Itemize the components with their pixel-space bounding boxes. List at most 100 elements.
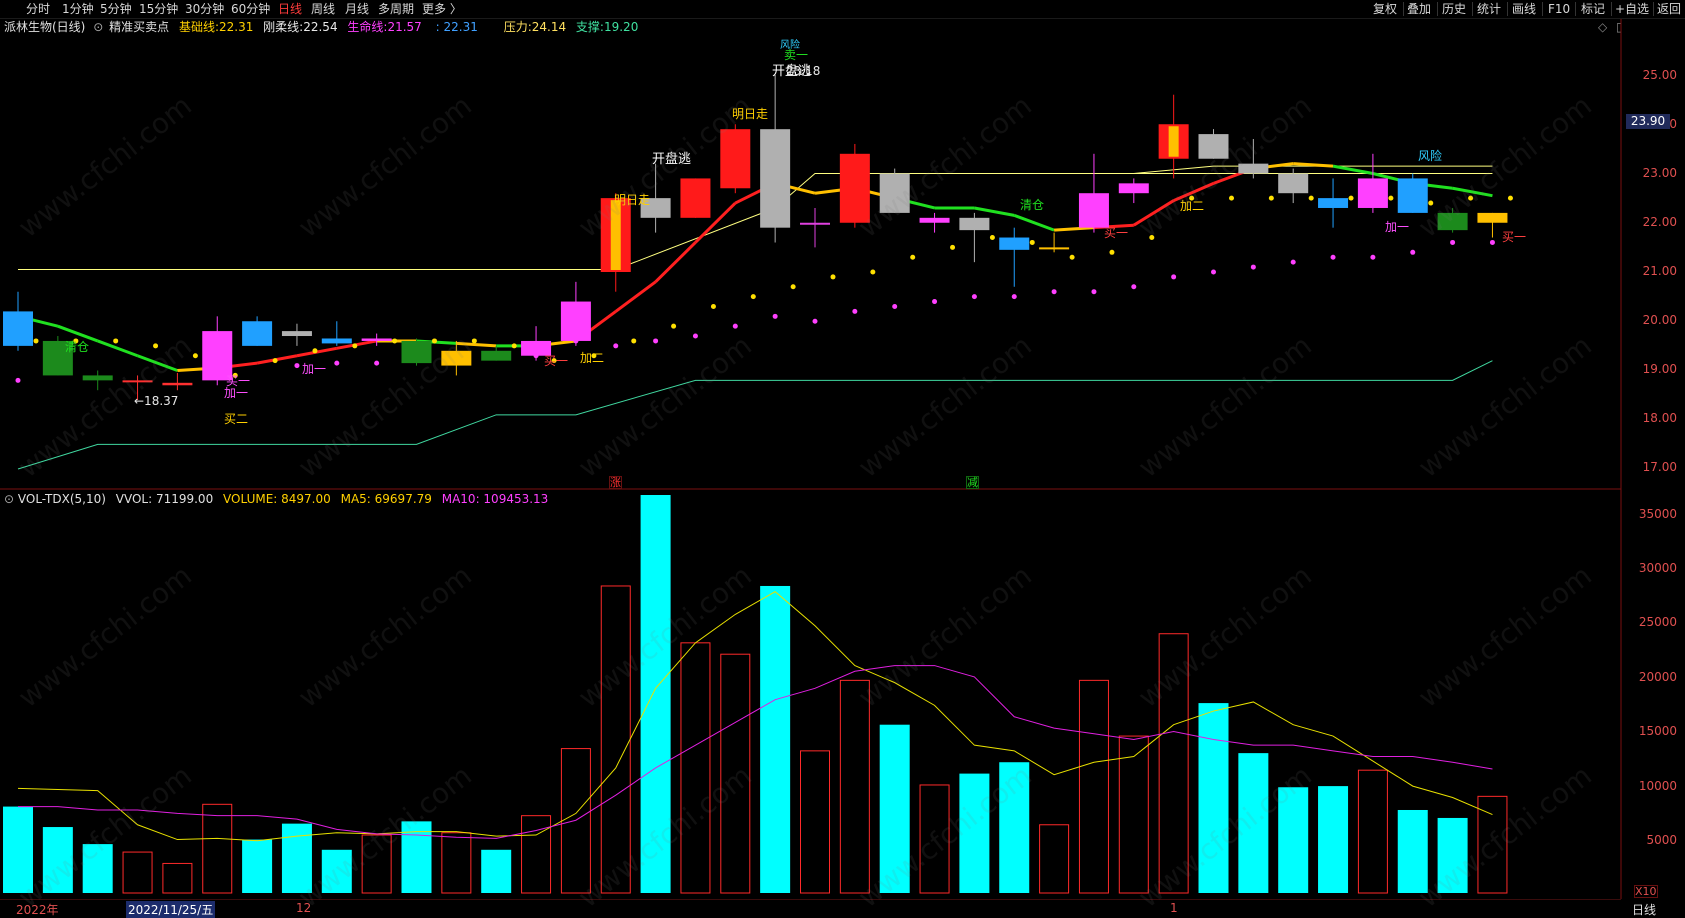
firm-line-label: 刚柔线: <box>263 20 304 34</box>
chevron-down-icon[interactable]: ⊙ <box>4 492 14 506</box>
base-line-segment <box>575 310 617 343</box>
watermark-text: www.cfchi.com <box>1412 558 1598 715</box>
volume-bar-up <box>1078 679 1109 894</box>
candle-body <box>1477 212 1508 223</box>
base-line-segment <box>17 314 59 328</box>
annotation-buy1: 买一 <box>1502 230 1527 244</box>
tab-monthly[interactable]: 月线 <box>345 1 369 17</box>
life-dot <box>1211 269 1216 275</box>
tab-more[interactable]: 更多 〉 <box>422 1 462 17</box>
mark-button[interactable]: 标记 <box>1581 1 1605 17</box>
stats-button[interactable]: 统计 <box>1477 1 1501 17</box>
volume-title: ⊙ VOL-TDX(5,10) VVOL: 71199.00 VOLUME: 8… <box>0 491 548 508</box>
tab-fenshi[interactable]: 分时 <box>26 1 50 17</box>
tab-30min[interactable]: 30分钟 <box>185 1 224 17</box>
watermark-text: www.cfchi.com <box>1132 758 1318 915</box>
candle-body <box>122 380 153 383</box>
ma10-value: MA10: 109453.13 <box>441 492 549 506</box>
period-toolbar: 分时 1分钟 5分钟 15分钟 30分钟 60分钟 日线 周线 月线 多周期 更… <box>0 0 1685 19</box>
volume-tick: 35000 <box>1638 507 1677 521</box>
divider <box>1611 2 1612 16</box>
life-dot <box>812 318 818 324</box>
base-line-segment <box>177 366 218 372</box>
jian-marker: 减 <box>966 476 979 489</box>
tab-weekly[interactable]: 周线 <box>311 1 335 17</box>
watermark-text: www.cfchi.com <box>852 88 1038 245</box>
fuquan-button[interactable]: 复权 <box>1373 1 1397 17</box>
watermark-text: www.cfchi.com <box>12 758 198 915</box>
tab-daily[interactable]: 日线 <box>278 1 302 17</box>
vol-indicator-name[interactable]: VOL-TDX(5,10) <box>18 492 106 506</box>
life-dot <box>1330 254 1336 260</box>
f10-button[interactable]: F10 <box>1548 1 1570 17</box>
tab-multi-period[interactable]: 多周期 <box>378 1 414 17</box>
draw-button[interactable]: 画线 <box>1512 1 1536 17</box>
volume-bar-down <box>959 773 990 893</box>
divider <box>1472 2 1473 16</box>
high-price-label: 23.18 <box>786 64 821 78</box>
support-dot <box>1348 195 1354 201</box>
history-button[interactable]: 历史 <box>1442 1 1466 17</box>
indicator-name[interactable]: 精准买卖点 <box>109 20 169 34</box>
volume-unit-label: X10 <box>1634 885 1658 898</box>
price-axis: 25.00 24.00 23.00 22.00 21.00 20.00 19.0… <box>1621 19 1685 916</box>
tab-5min[interactable]: 5分钟 <box>100 1 132 17</box>
watermark-text: www.cfchi.com <box>852 558 1038 715</box>
support-dot <box>1468 195 1474 201</box>
candle-body <box>481 350 512 361</box>
base-line-segment <box>1013 213 1055 232</box>
annotation-clear: 清仓 <box>65 340 90 354</box>
back-button[interactable]: 返回 <box>1657 1 1681 17</box>
tab-60min[interactable]: 60分钟 <box>231 1 270 17</box>
annotation-buy1: 买一 <box>1104 226 1129 240</box>
base-line-segment <box>654 241 697 283</box>
life-dot <box>1489 239 1495 245</box>
base-line-segment <box>854 186 896 200</box>
life-dot <box>892 303 898 309</box>
life-dot <box>653 338 659 344</box>
candle-body <box>560 301 591 341</box>
volume-bar-down <box>242 839 273 893</box>
tab-15min[interactable]: 15分钟 <box>139 1 178 17</box>
life-dot <box>1051 289 1057 295</box>
life-dot <box>1370 254 1376 260</box>
add-watchlist-button[interactable]: +自选 <box>1615 1 1649 17</box>
life-dot <box>374 360 380 366</box>
volume-tick: 20000 <box>1638 670 1677 684</box>
date-label: 2022年 <box>16 903 59 917</box>
volume-bar-down <box>879 724 910 893</box>
volume-bar-down <box>481 849 512 893</box>
diamond-icon[interactable]: ◇ <box>1598 20 1607 34</box>
date-label: 12 <box>296 901 312 915</box>
price-tick: 25.00 <box>1642 68 1677 82</box>
annotation-buy1: 买一 <box>544 354 569 368</box>
volume-ma5-line <box>17 591 1493 842</box>
base-line-segment <box>456 341 497 348</box>
vvol-value: VVOL: 71199.00 <box>115 492 214 506</box>
overlay-button[interactable]: 叠加 <box>1407 1 1431 17</box>
support-dot <box>471 338 477 344</box>
candle-body <box>1238 163 1269 174</box>
candle-body <box>401 340 432 364</box>
annotation-clear: 清仓 <box>1020 198 1045 212</box>
base-line-segment <box>416 339 457 345</box>
volume-bar-up <box>1477 795 1508 894</box>
date-axis: 2022年 2022/11/25/五 12 1 日线 <box>0 899 1656 918</box>
tab-1min[interactable]: 1分钟 <box>62 1 94 17</box>
chevron-down-icon[interactable]: ⊙ <box>93 20 103 34</box>
price-tick: 21.00 <box>1642 264 1677 278</box>
candle-body <box>1397 178 1428 213</box>
base-line-segment <box>1412 181 1453 190</box>
pressure-line-upper <box>1133 165 1493 174</box>
chart-canvas[interactable] <box>0 0 1685 916</box>
support-dot <box>710 303 716 309</box>
base-line-segment <box>974 206 1015 217</box>
base-line-segment <box>734 182 776 205</box>
support-dot <box>312 348 318 354</box>
support-dot <box>1109 249 1115 255</box>
base-line-segment <box>894 196 935 210</box>
volume-bar-down <box>760 585 791 893</box>
life-dot <box>1011 294 1017 300</box>
divider <box>1437 2 1438 16</box>
base-line-segment <box>1372 172 1414 185</box>
